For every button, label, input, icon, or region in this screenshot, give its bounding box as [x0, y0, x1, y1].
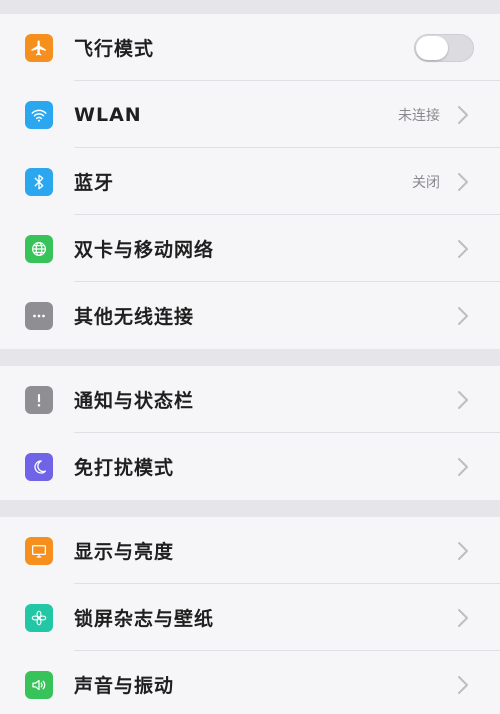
chevron-right-icon: [450, 102, 476, 128]
airplane-mode-label: 飞行模式: [74, 38, 155, 60]
wlan-label: WLAN: [74, 103, 142, 126]
settings-row-display-brightness[interactable]: 显示与亮度: [0, 517, 500, 584]
dual-sim-label: 双卡与移动网络: [74, 239, 215, 261]
top-spacer: [0, 0, 500, 14]
chevron-right-icon: [450, 672, 476, 698]
settings-row-lockscreen-wallpaper[interactable]: 锁屏杂志与壁纸: [0, 584, 500, 651]
bluetooth-label: 蓝牙: [74, 172, 115, 194]
airplane-mode-toggle[interactable]: [414, 33, 474, 62]
settings-group-connectivity: 飞行模式 WLAN 未连接 蓝牙 关闭 双卡与移动网络 其他无线连接: [0, 14, 500, 349]
notification-icon: [25, 385, 53, 414]
chevron-right-icon: [450, 605, 476, 631]
speaker-icon: [25, 670, 53, 699]
settings-row-wlan[interactable]: WLAN 未连接: [0, 81, 500, 148]
bluetooth-icon: [25, 167, 53, 196]
settings-row-do-not-disturb[interactable]: 免打扰模式: [0, 433, 500, 500]
more-icon: [25, 301, 53, 330]
display-icon: [25, 536, 53, 565]
settings-row-notifications-status-bar[interactable]: 通知与状态栏: [0, 366, 500, 433]
bluetooth-status: 关闭: [412, 174, 440, 191]
settings-row-dual-sim-mobile-network[interactable]: 双卡与移动网络: [0, 215, 500, 282]
chevron-right-icon: [450, 236, 476, 262]
moon-icon: [25, 452, 53, 481]
settings-row-airplane-mode[interactable]: 飞行模式: [0, 14, 500, 81]
sound-vibration-label: 声音与振动: [74, 675, 175, 697]
settings-row-other-wireless[interactable]: 其他无线连接: [0, 282, 500, 349]
wlan-status: 未连接: [398, 107, 440, 124]
settings-row-sound-vibration[interactable]: 声音与振动: [0, 651, 500, 714]
chevron-right-icon: [450, 538, 476, 564]
display-brightness-label: 显示与亮度: [74, 541, 175, 563]
settings-group-display-sound: 显示与亮度 锁屏杂志与壁纸 声音与振动: [0, 517, 500, 714]
notifications-label: 通知与状态栏: [74, 390, 195, 412]
lockscreen-wallpaper-label: 锁屏杂志与壁纸: [74, 608, 215, 630]
settings-screen: 飞行模式 WLAN 未连接 蓝牙 关闭 双卡与移动网络 其他无线连接 通知与状态…: [0, 0, 500, 714]
chevron-right-icon: [450, 454, 476, 480]
toggle-knob: [416, 35, 448, 60]
flower-icon: [25, 603, 53, 632]
chevron-right-icon: [450, 169, 476, 195]
settings-group-notifications: 通知与状态栏 免打扰模式: [0, 366, 500, 500]
group-spacer: [0, 500, 500, 517]
group-spacer: [0, 349, 500, 366]
wifi-icon: [25, 100, 53, 129]
other-wireless-label: 其他无线连接: [74, 306, 195, 328]
globe-icon: [25, 234, 53, 263]
chevron-right-icon: [450, 303, 476, 329]
airplane-icon: [25, 33, 53, 62]
do-not-disturb-label: 免打扰模式: [74, 457, 175, 479]
chevron-right-icon: [450, 387, 476, 413]
settings-row-bluetooth[interactable]: 蓝牙 关闭: [0, 148, 500, 215]
